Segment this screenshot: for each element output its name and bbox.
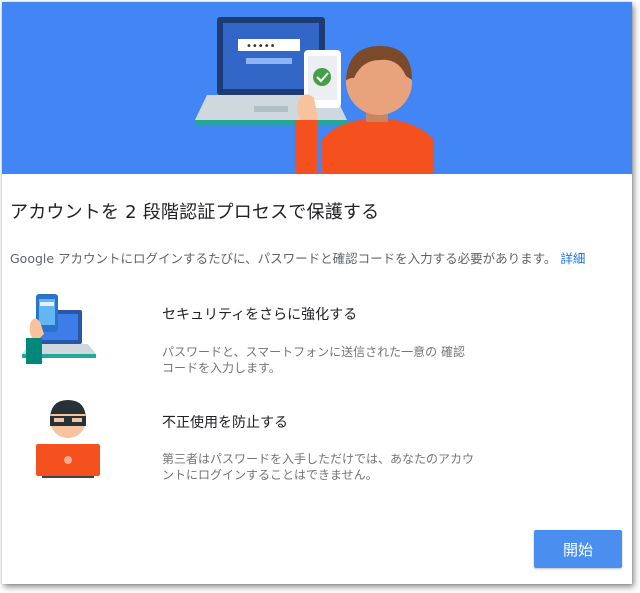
description-text: Google アカウントにログインするたびに、パスワードと確認コードを入力する必… xyxy=(10,251,557,266)
dialog-card: ••••• アカウントを 2 段階認証プロセスで保護する Google アカウン… xyxy=(2,2,632,584)
feature-title-security: セキュリティをさらに強化する xyxy=(162,307,358,323)
page: ••••• アカウントを 2 段階認証プロセスで保護する Google アカウン… xyxy=(0,0,640,593)
feature-body-line: 第三者はパスワードを入手しただけでは、あなたのアカウ xyxy=(162,452,475,466)
hero-illustration: ••••• xyxy=(195,17,434,174)
feature-body-prevent: 第三者はパスワードを入手しただけでは、あなたのアカウ ントにログインすることはで… xyxy=(162,451,522,483)
hero-banner: ••••• xyxy=(2,2,632,174)
feature-title-prevent: 不正使用を防止する xyxy=(162,415,288,431)
details-link[interactable]: 詳細 xyxy=(560,251,585,266)
feature-body-line: ントにログインすることはできません。 xyxy=(162,468,378,482)
page-title: アカウントを 2 段階認証プロセスで保護する xyxy=(10,202,380,223)
start-button[interactable]: 開始 xyxy=(534,530,622,568)
password-mask: ••••• xyxy=(246,41,276,52)
feature-body-line: コードを入力します。 xyxy=(162,361,281,375)
description: Google アカウントにログインするたびに、パスワードと確認コードを入力する必… xyxy=(10,248,585,267)
feature-body-security: パスワードと、スマートフォンに送信された一意の 確認 コードを入力します。 xyxy=(162,344,522,376)
hacker-icon xyxy=(32,394,104,482)
feature-body-line: パスワードと、スマートフォンに送信された一意の 確認 xyxy=(162,345,465,359)
phone-laptop-icon xyxy=(22,288,100,372)
